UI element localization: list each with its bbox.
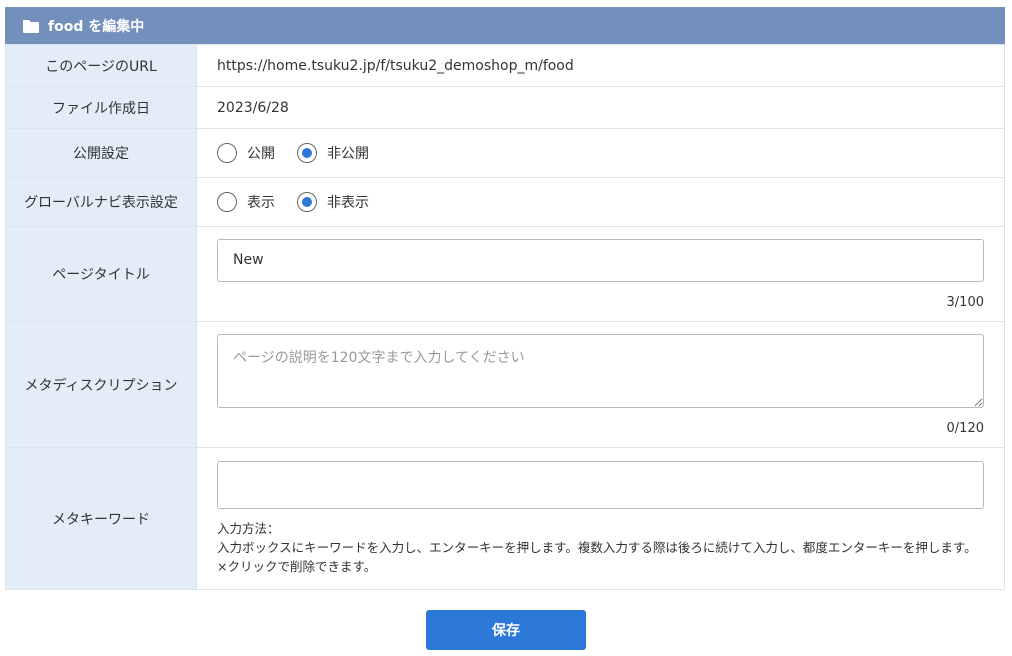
title-label: ページタイトル (5, 226, 197, 322)
keyword-help-text: 入力ボックスにキーワードを入力し、エンターキーを押します。複数入力する際は後ろに… (217, 540, 977, 574)
keywords-label: メタキーワード (5, 447, 197, 590)
created-value: 2023/6/28 (196, 86, 1005, 129)
description-counter: 0/120 (946, 420, 984, 436)
url-label: このページのURL (5, 44, 197, 87)
row-keywords: メタキーワード 入力方法： 入力ボックスにキーワードを入力し、エンターキーを押し… (5, 447, 1005, 590)
radio-show[interactable] (217, 192, 237, 212)
publish-option-label: 非公開 (327, 146, 369, 162)
meta-description-textarea[interactable] (217, 333, 984, 408)
radio-private[interactable] (297, 143, 317, 163)
folder-icon (23, 19, 39, 33)
gnav-option-show[interactable]: 表示 (217, 192, 275, 212)
row-created: ファイル作成日 2023/6/28 (5, 86, 1005, 129)
gnav-label: グローバルナビ表示設定 (5, 177, 197, 227)
publish-option-private[interactable]: 非公開 (297, 143, 369, 163)
url-value: https://home.tsuku2.jp/f/tsuku2_demoshop… (196, 44, 1005, 87)
created-label: ファイル作成日 (5, 86, 197, 129)
settings-table: このページのURL https://home.tsuku2.jp/f/tsuku… (5, 44, 1005, 590)
gnav-radio-group: 表示 非表示 (217, 192, 984, 212)
save-area: 保存 (0, 610, 1012, 650)
keyword-help: 入力方法： 入力ボックスにキーワードを入力し、エンターキーを押します。複数入力す… (217, 519, 984, 576)
publish-label: 公開設定 (5, 128, 197, 178)
row-publish: 公開設定 公開 非公開 (5, 128, 1005, 178)
edit-panel: food を編集中 このページのURL https://home.tsuku2.… (5, 7, 1005, 590)
row-description: メタディスクリプション 0/120 (5, 321, 1005, 448)
row-url: このページのURL https://home.tsuku2.jp/f/tsuku… (5, 44, 1005, 87)
radio-hide[interactable] (297, 192, 317, 212)
row-title: ページタイトル 3/100 (5, 226, 1005, 322)
meta-keyword-input[interactable] (217, 461, 984, 509)
keyword-help-title: 入力方法： (217, 521, 280, 536)
description-label: メタディスクリプション (5, 321, 197, 448)
gnav-option-label: 表示 (247, 195, 275, 211)
publish-radio-group: 公開 非公開 (217, 143, 984, 163)
page-title-input[interactable] (217, 238, 984, 282)
gnav-option-label: 非表示 (327, 195, 369, 211)
title-counter: 3/100 (946, 294, 984, 310)
publish-option-label: 公開 (247, 146, 275, 162)
save-button[interactable]: 保存 (426, 610, 586, 650)
publish-option-public[interactable]: 公開 (217, 143, 275, 163)
panel-header: food を編集中 (5, 7, 1005, 44)
row-gnav: グローバルナビ表示設定 表示 非表示 (5, 177, 1005, 227)
page-title: food を編集中 (48, 18, 145, 35)
gnav-option-hide[interactable]: 非表示 (297, 192, 369, 212)
radio-public[interactable] (217, 143, 237, 163)
